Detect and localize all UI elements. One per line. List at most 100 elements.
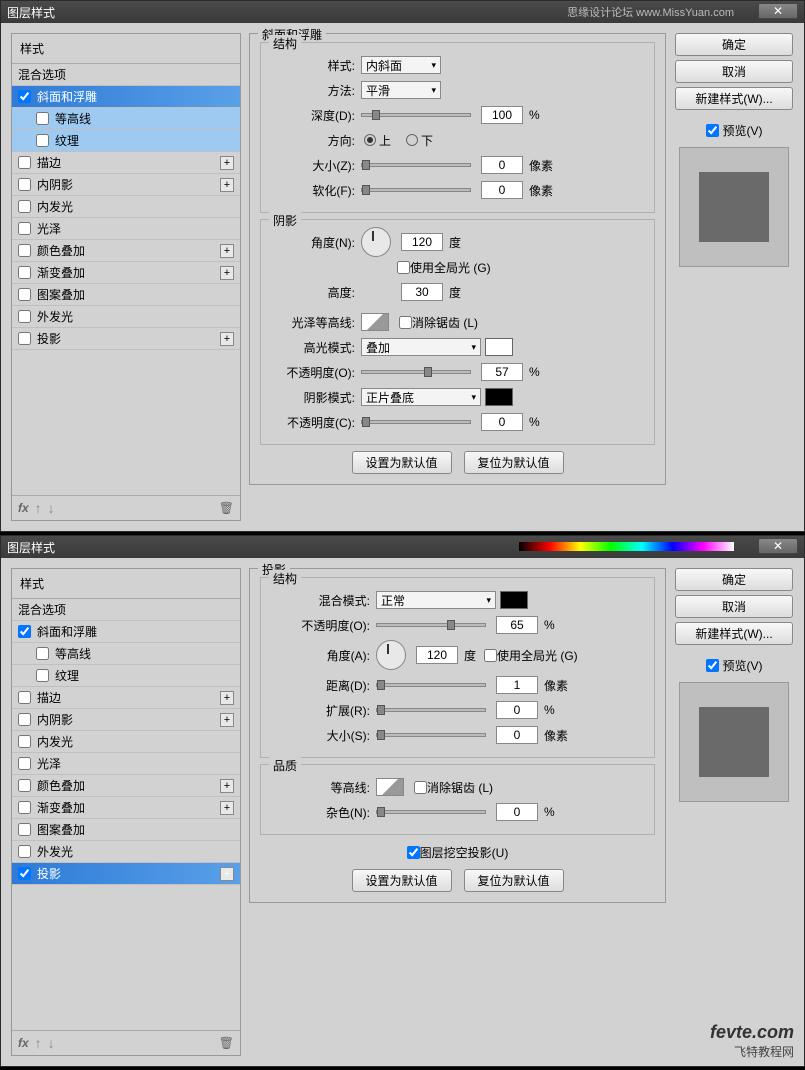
sidebar-item[interactable]: 纹理 (12, 665, 240, 687)
shadow-color-chip[interactable] (485, 388, 513, 406)
add-icon[interactable]: + (220, 156, 234, 170)
style-checkbox[interactable] (18, 801, 31, 814)
preview-checkbox[interactable] (706, 124, 719, 137)
style-checkbox[interactable] (18, 867, 31, 880)
sidebar-item[interactable]: 外发光 (12, 306, 240, 328)
noise-input[interactable]: 0 (496, 803, 538, 821)
add-icon[interactable]: + (220, 801, 234, 815)
sidebar-item[interactable]: 等高线 (12, 643, 240, 665)
altitude-input[interactable]: 30 (401, 283, 443, 301)
preview-checkbox[interactable] (706, 659, 719, 672)
depth-input[interactable]: 100 (481, 106, 523, 124)
ok-button[interactable]: 确定 (675, 568, 793, 591)
sidebar-item[interactable]: 投影+ (12, 863, 240, 885)
add-icon[interactable]: + (220, 266, 234, 280)
spread-slider[interactable] (376, 708, 486, 712)
cancel-button[interactable]: 取消 (675, 595, 793, 618)
sidebar-item[interactable]: 光泽 (12, 218, 240, 240)
blend-mode-select[interactable]: 正常▾ (376, 591, 496, 609)
direction-down-radio[interactable] (406, 134, 418, 146)
up-arrow-icon[interactable]: ↑ (35, 1035, 42, 1051)
sidebar-item[interactable]: 图案叠加 (12, 284, 240, 306)
reset-default-button[interactable]: 复位为默认值 (464, 869, 564, 892)
fx-icon[interactable]: fx (18, 1036, 29, 1050)
style-checkbox[interactable] (18, 200, 31, 213)
depth-slider[interactable] (361, 113, 471, 117)
angle-dial[interactable] (376, 640, 406, 670)
style-checkbox[interactable] (36, 134, 49, 147)
style-checkbox[interactable] (18, 332, 31, 345)
style-checkbox[interactable] (18, 288, 31, 301)
gloss-contour-swatch[interactable] (361, 313, 389, 331)
sidebar-item[interactable]: 描边+ (12, 687, 240, 709)
sidebar-item[interactable]: 斜面和浮雕 (12, 86, 240, 108)
style-select[interactable]: 内斜面▾ (361, 56, 441, 74)
shadow-color-chip[interactable] (500, 591, 528, 609)
style-checkbox[interactable] (18, 757, 31, 770)
angle-input[interactable]: 120 (416, 646, 458, 664)
style-checkbox[interactable] (18, 178, 31, 191)
new-style-button[interactable]: 新建样式(W)... (675, 87, 793, 110)
new-style-button[interactable]: 新建样式(W)... (675, 622, 793, 645)
sidebar-item[interactable]: 纹理 (12, 130, 240, 152)
up-arrow-icon[interactable]: ↑ (35, 500, 42, 516)
highlight-opacity-input[interactable]: 57 (481, 363, 523, 381)
style-checkbox[interactable] (36, 112, 49, 125)
style-checkbox[interactable] (18, 823, 31, 836)
make-default-button[interactable]: 设置为默认值 (352, 869, 452, 892)
sidebar-item[interactable]: 外发光 (12, 841, 240, 863)
add-icon[interactable]: + (220, 713, 234, 727)
add-icon[interactable]: + (220, 244, 234, 258)
style-checkbox[interactable] (18, 625, 31, 638)
fx-icon[interactable]: fx (18, 501, 29, 515)
style-checkbox[interactable] (18, 713, 31, 726)
trash-icon[interactable]: 🗑 (219, 1036, 234, 1050)
shadow-mode-select[interactable]: 正片叠底▾ (361, 388, 481, 406)
style-checkbox[interactable] (36, 647, 49, 660)
sidebar-item[interactable]: 等高线 (12, 108, 240, 130)
soften-slider[interactable] (361, 188, 471, 192)
style-checkbox[interactable] (18, 779, 31, 792)
sidebar-item[interactable]: 渐变叠加+ (12, 797, 240, 819)
distance-slider[interactable] (376, 683, 486, 687)
style-checkbox[interactable] (18, 266, 31, 279)
add-icon[interactable]: + (220, 867, 234, 881)
style-checkbox[interactable] (18, 244, 31, 257)
titlebar[interactable]: 图层样式 ✕ (1, 536, 804, 558)
ok-button[interactable]: 确定 (675, 33, 793, 56)
highlight-mode-select[interactable]: 叠加▾ (361, 338, 481, 356)
trash-icon[interactable]: 🗑 (219, 501, 234, 515)
sidebar-item[interactable]: 描边+ (12, 152, 240, 174)
contour-swatch[interactable] (376, 778, 404, 796)
noise-slider[interactable] (376, 810, 486, 814)
sidebar-item[interactable]: 内发光 (12, 196, 240, 218)
sidebar-item[interactable]: 渐变叠加+ (12, 262, 240, 284)
antialias-checkbox[interactable] (399, 316, 412, 329)
style-checkbox[interactable] (18, 691, 31, 704)
add-icon[interactable]: + (220, 691, 234, 705)
style-checkbox[interactable] (18, 735, 31, 748)
sidebar-item[interactable]: 内发光 (12, 731, 240, 753)
cancel-button[interactable]: 取消 (675, 60, 793, 83)
sidebar-blend-options[interactable]: 混合选项 (12, 599, 240, 621)
close-icon[interactable]: ✕ (758, 3, 798, 19)
style-checkbox[interactable] (18, 845, 31, 858)
sidebar-item[interactable]: 斜面和浮雕 (12, 621, 240, 643)
style-checkbox[interactable] (18, 310, 31, 323)
style-checkbox[interactable] (18, 222, 31, 235)
add-icon[interactable]: + (220, 779, 234, 793)
sidebar-item[interactable]: 内阴影+ (12, 709, 240, 731)
shadow-opacity-slider[interactable] (361, 420, 471, 424)
sidebar-item[interactable]: 投影+ (12, 328, 240, 350)
sidebar-item[interactable]: 图案叠加 (12, 819, 240, 841)
highlight-opacity-slider[interactable] (361, 370, 471, 374)
soften-input[interactable]: 0 (481, 181, 523, 199)
sidebar-blend-options[interactable]: 混合选项 (12, 64, 240, 86)
antialias-checkbox[interactable] (414, 781, 427, 794)
add-icon[interactable]: + (220, 178, 234, 192)
sidebar-item[interactable]: 颜色叠加+ (12, 240, 240, 262)
global-light-checkbox[interactable] (397, 261, 410, 274)
add-icon[interactable]: + (220, 332, 234, 346)
size-slider[interactable] (376, 733, 486, 737)
opacity-input[interactable]: 65 (496, 616, 538, 634)
